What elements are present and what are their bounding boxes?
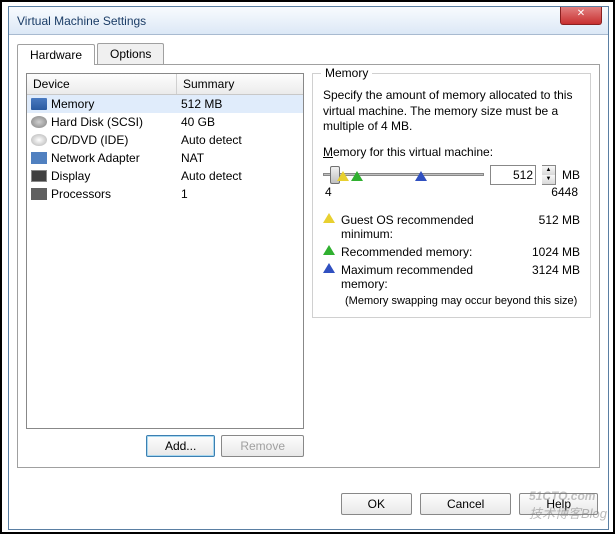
device-list[interactable]: Device Summary Memory 512 MB Hard Disk (… — [26, 73, 304, 429]
triangle-yellow-icon — [323, 213, 335, 223]
list-header: Device Summary — [27, 74, 303, 95]
help-button[interactable]: Help — [519, 493, 598, 515]
harddisk-icon — [31, 116, 47, 128]
memory-panel: Memory Specify the amount of memory allo… — [312, 73, 591, 459]
scale-min: 4 — [325, 185, 332, 199]
rec-max-label: Maximum recommended memory: — [341, 263, 522, 291]
rec-mem-label: Recommended memory: — [341, 245, 522, 259]
remove-button: Remove — [221, 435, 304, 457]
ok-button[interactable]: OK — [341, 493, 412, 515]
rec-guest-value: 512 MB — [522, 213, 580, 227]
list-row-harddisk[interactable]: Hard Disk (SCSI) 40 GB — [27, 113, 303, 131]
cpu-icon — [31, 188, 47, 200]
display-icon — [31, 170, 47, 182]
cd-icon — [31, 134, 47, 146]
rec-max-value: 3124 MB — [522, 263, 580, 277]
memory-group-title: Memory — [321, 66, 372, 80]
device-panel: Device Summary Memory 512 MB Hard Disk (… — [26, 73, 304, 459]
triangle-yellow-marker — [337, 171, 349, 181]
triangle-blue-icon — [323, 263, 335, 273]
memory-label: Memory for this virtual machine: — [323, 145, 580, 159]
list-row-memory[interactable]: Memory 512 MB — [27, 95, 303, 113]
tab-hardware[interactable]: Hardware — [17, 44, 95, 65]
dialog-buttons: OK Cancel Help — [333, 485, 606, 523]
add-button[interactable]: Add... — [146, 435, 215, 457]
col-header-summary[interactable]: Summary — [177, 74, 303, 94]
recommendations: Guest OS recommended minimum: 512 MB Rec… — [323, 213, 580, 307]
network-icon — [31, 152, 47, 164]
titlebar: Virtual Machine Settings — [9, 7, 608, 35]
triangle-blue-marker — [415, 171, 427, 181]
list-row-network[interactable]: Network Adapter NAT — [27, 149, 303, 167]
memory-groupbox: Memory Specify the amount of memory allo… — [312, 73, 591, 318]
list-row-processors[interactable]: Processors 1 — [27, 185, 303, 203]
settings-dialog: Virtual Machine Settings Hardware Option… — [8, 6, 609, 530]
col-header-device[interactable]: Device — [27, 74, 177, 94]
rec-mem-value: 1024 MB — [522, 245, 580, 259]
memory-description: Specify the amount of memory allocated t… — [323, 88, 580, 135]
list-row-display[interactable]: Display Auto detect — [27, 167, 303, 185]
tab-bar: Hardware Options — [17, 43, 600, 64]
close-button[interactable] — [560, 7, 602, 25]
scale-max: 6448 — [551, 185, 578, 199]
triangle-green-icon — [323, 245, 335, 255]
memory-icon — [31, 98, 47, 110]
rec-guest-label: Guest OS recommended minimum: — [341, 213, 522, 241]
tab-options[interactable]: Options — [97, 43, 164, 64]
slider-scale: 4 6448 — [323, 185, 580, 199]
tab-content: Device Summary Memory 512 MB Hard Disk (… — [17, 64, 600, 468]
list-row-cddvd[interactable]: CD/DVD (IDE) Auto detect — [27, 131, 303, 149]
rec-note: (Memory swapping may occur beyond this s… — [345, 295, 580, 307]
cancel-button[interactable]: Cancel — [420, 493, 511, 515]
window-title: Virtual Machine Settings — [17, 14, 146, 28]
triangle-green-marker — [351, 171, 363, 181]
